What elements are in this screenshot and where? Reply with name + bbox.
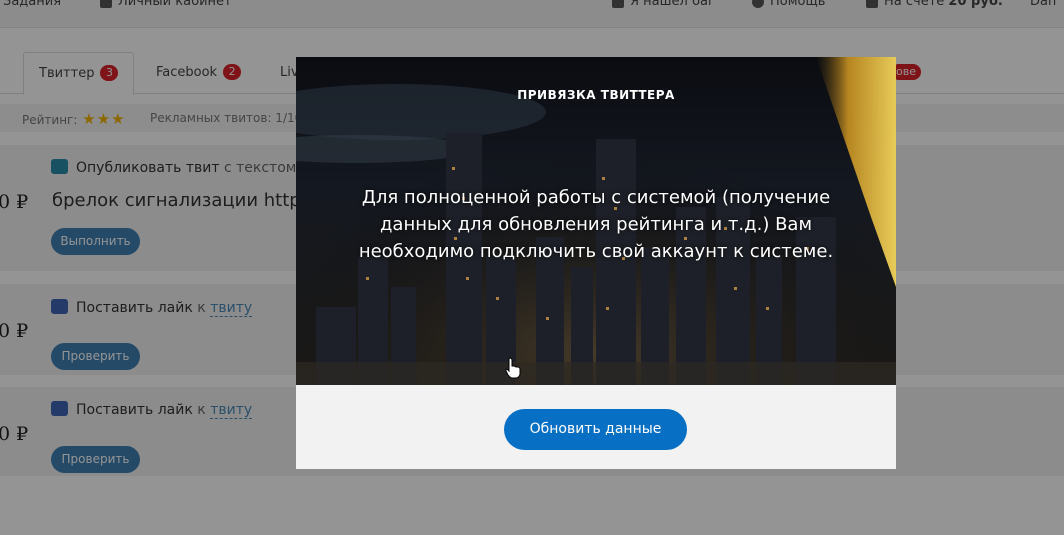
modal-message: Для полноценной работы с системой (получ… (358, 187, 834, 262)
hand-cursor-icon (505, 357, 521, 379)
modal-hero-image: ПРИВЯЗКА ТВИТТЕРА Для полноценной работы… (296, 57, 896, 385)
modal-title: ПРИВЯЗКА ТВИТТЕРА (517, 88, 675, 102)
twitter-link-modal: ПРИВЯЗКА ТВИТТЕРА Для полноценной работы… (296, 57, 896, 469)
update-data-button[interactable]: Обновить данные (504, 409, 687, 450)
